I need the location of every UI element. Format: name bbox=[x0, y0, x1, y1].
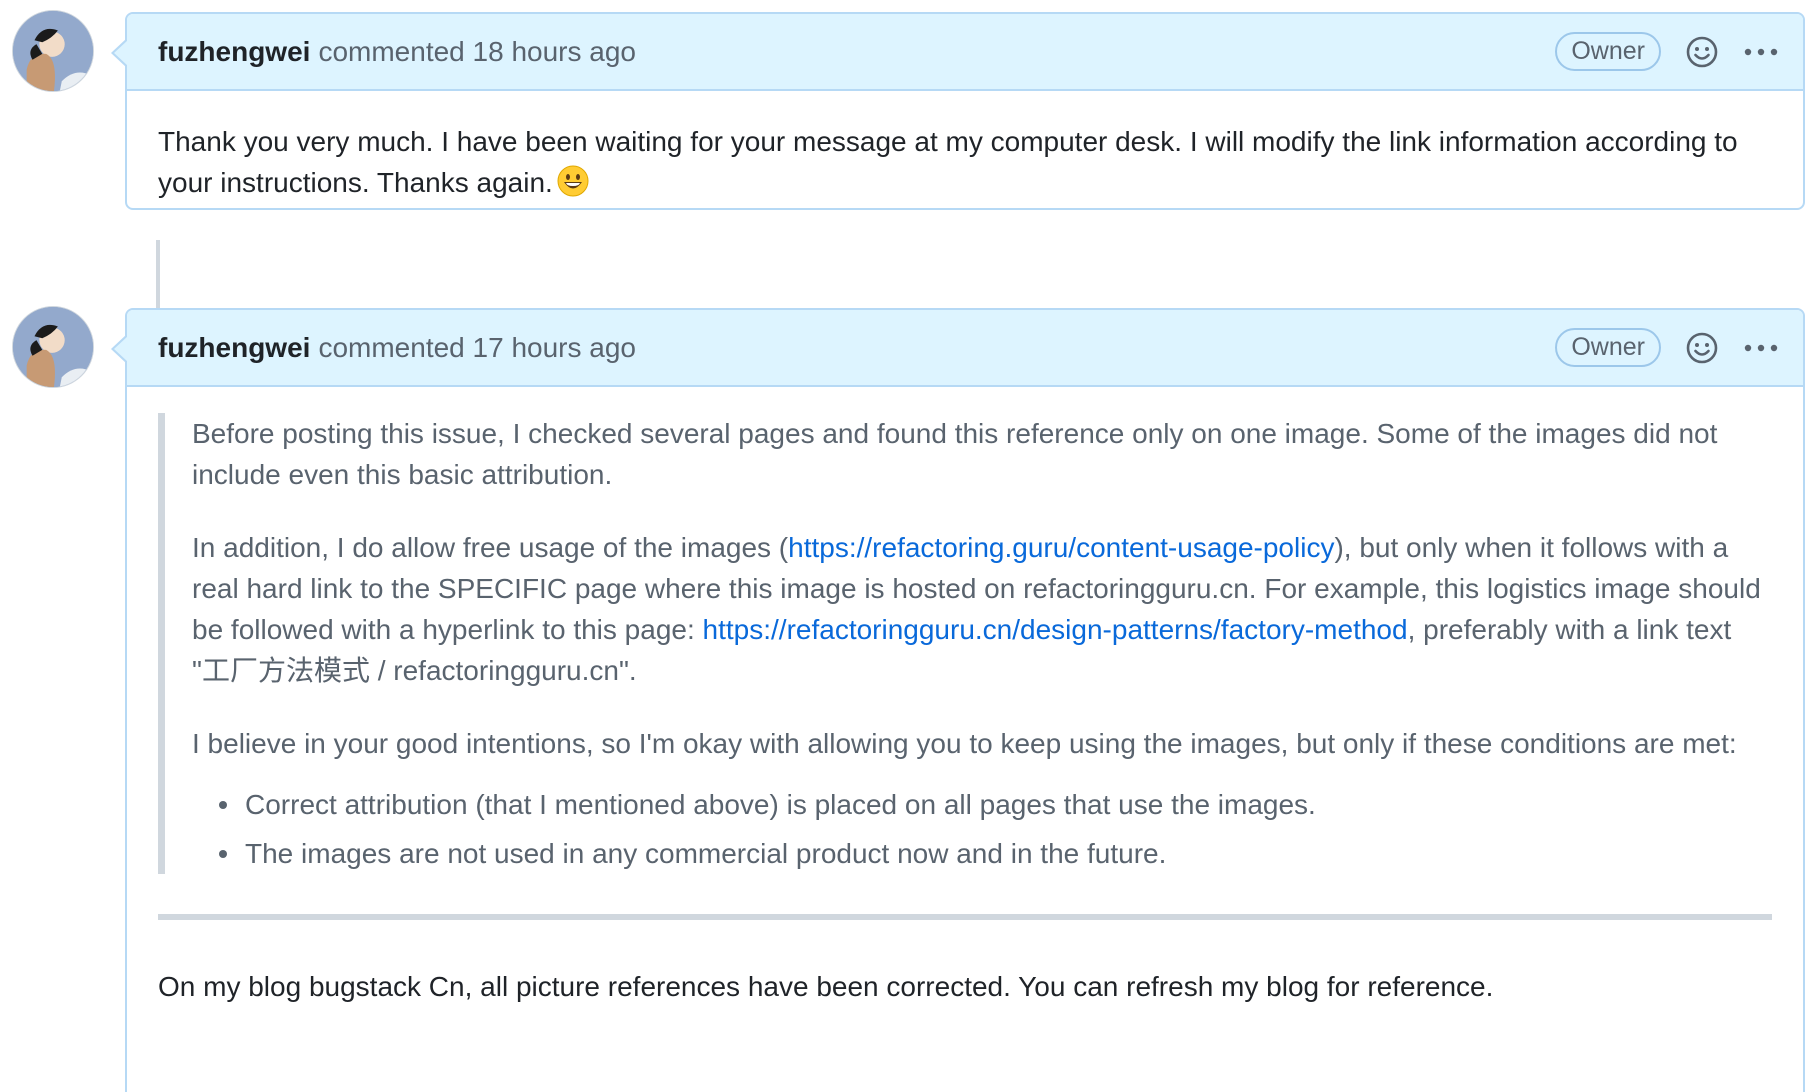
comment-author[interactable]: fuzhengwei bbox=[158, 332, 310, 364]
comment-box: fuzhengwei commented 17 hours ago Owner bbox=[111, 308, 1805, 1092]
comment-actions: Owner bbox=[1555, 328, 1779, 367]
avatar-image bbox=[13, 11, 93, 91]
owner-badge: Owner bbox=[1555, 32, 1661, 71]
comment-body: Thank you very much. I have been waiting… bbox=[127, 91, 1803, 233]
avatar-image bbox=[13, 307, 93, 387]
grinning-face-emoji-icon bbox=[557, 165, 589, 197]
quote-paragraph-1: Before posting this issue, I checked sev… bbox=[192, 418, 1718, 490]
horizontal-rule bbox=[158, 914, 1772, 920]
comment-timestamp[interactable]: commented 18 hours ago bbox=[318, 36, 636, 68]
owner-badge: Owner bbox=[1555, 328, 1661, 367]
comment-timestamp[interactable]: commented 17 hours ago bbox=[318, 332, 636, 364]
add-reaction-icon[interactable] bbox=[1685, 35, 1719, 69]
comment-text: Thank you very much. I have been waiting… bbox=[158, 126, 1738, 198]
more-options-icon[interactable] bbox=[1743, 343, 1779, 353]
quote-paragraph-2: In addition, I do allow free usage of th… bbox=[192, 532, 1761, 686]
quoted-reply: Before posting this issue, I checked sev… bbox=[158, 413, 1772, 874]
conditions-list: Correct attribution (that I mentioned ab… bbox=[213, 784, 1772, 874]
comment-actions: Owner bbox=[1555, 32, 1779, 71]
more-options-icon[interactable] bbox=[1743, 47, 1779, 57]
comment-author[interactable]: fuzhengwei bbox=[158, 36, 310, 68]
factory-method-link[interactable]: https://refactoringguru.cn/design-patter… bbox=[703, 614, 1408, 645]
comment-text: On my blog bugstack Cn, all picture refe… bbox=[158, 971, 1494, 1002]
list-item: Correct attribution (that I mentioned ab… bbox=[213, 784, 1772, 825]
comment-body: Before posting this issue, I checked sev… bbox=[127, 387, 1803, 1037]
timeline-connector bbox=[156, 240, 160, 310]
avatar[interactable] bbox=[12, 306, 94, 388]
comment-header: fuzhengwei commented 18 hours ago Owner bbox=[111, 14, 1803, 91]
comment-box: fuzhengwei commented 18 hours ago Owner bbox=[111, 12, 1805, 210]
issue-timeline: fuzhengwei commented 18 hours ago Owner bbox=[0, 0, 1816, 1092]
avatar[interactable] bbox=[12, 10, 94, 92]
quote-paragraph-3: I believe in your good intentions, so I'… bbox=[192, 728, 1737, 759]
list-item: The images are not used in any commercia… bbox=[213, 833, 1772, 874]
content-usage-policy-link[interactable]: https://refactoring.guru/content-usage-p… bbox=[788, 532, 1334, 563]
comment-header: fuzhengwei commented 17 hours ago Owner bbox=[111, 310, 1803, 387]
add-reaction-icon[interactable] bbox=[1685, 331, 1719, 365]
